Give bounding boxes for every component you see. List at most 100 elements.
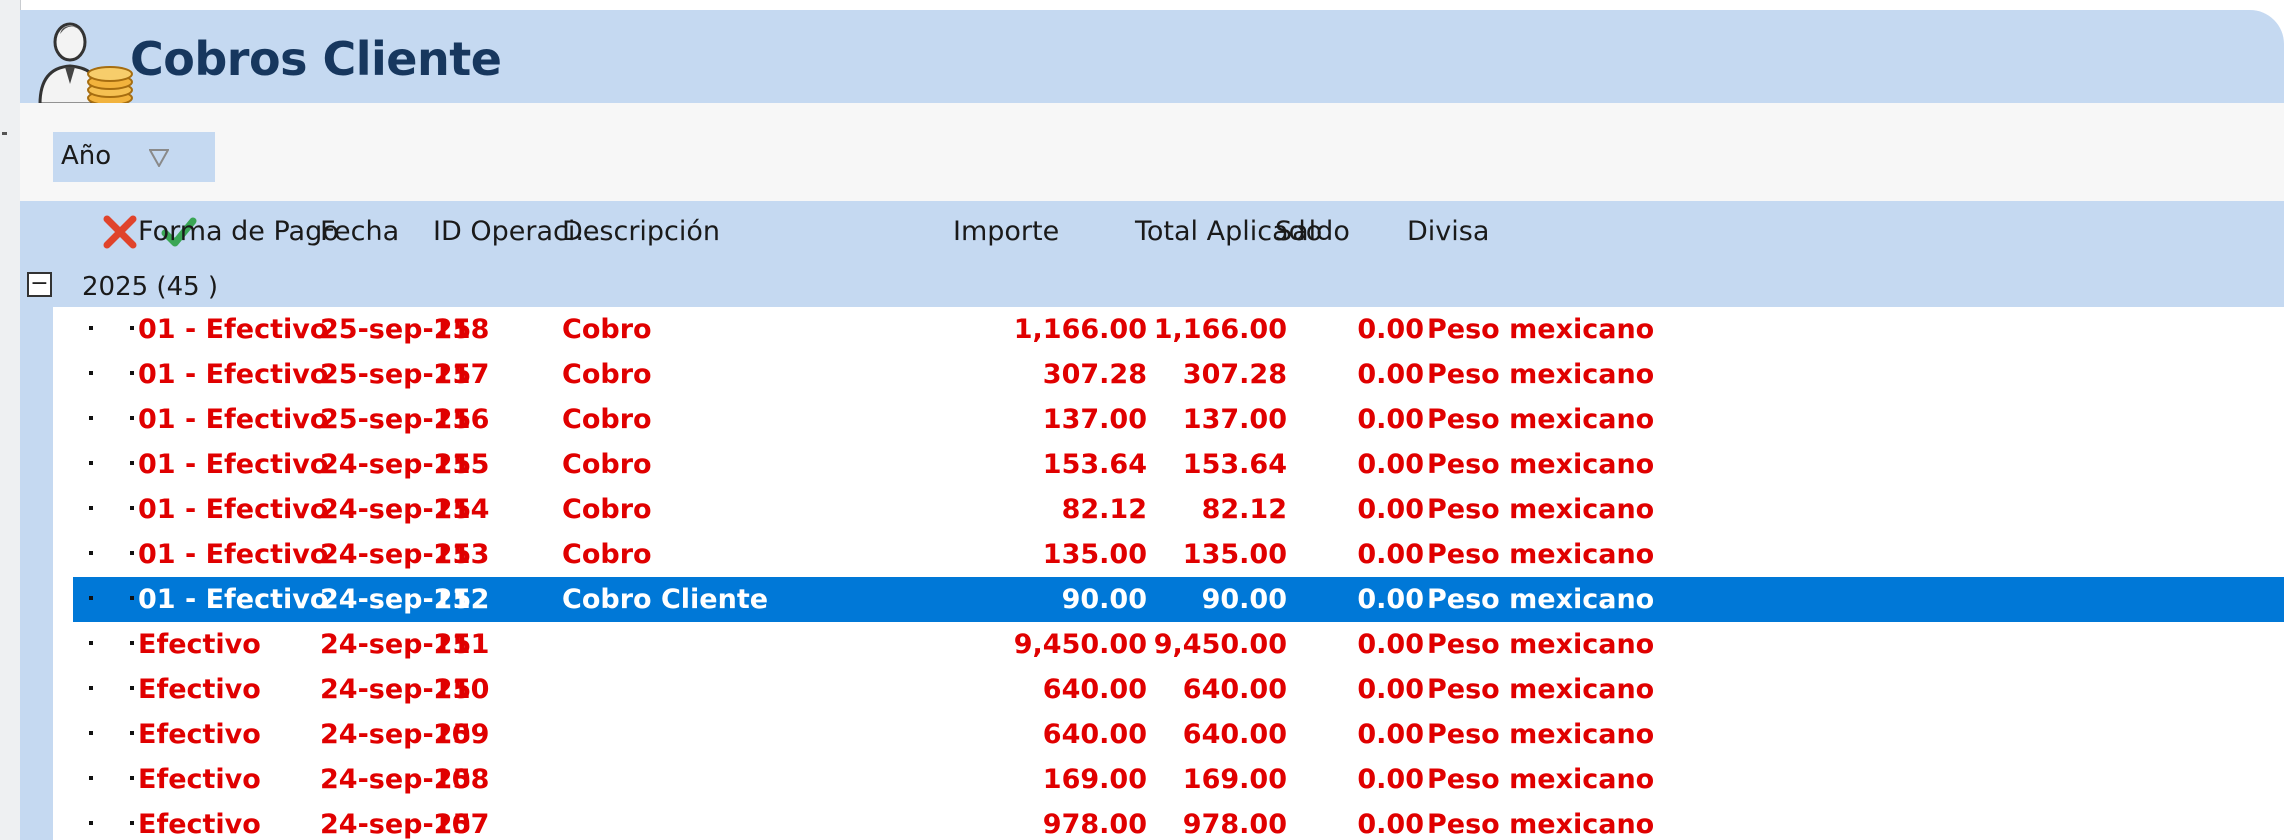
- cell-saldo: 0.00: [1357, 404, 1424, 435]
- table-row-selected[interactable]: 01 - Efectivo 24-sep-25 112 Cobro Cliente 90…: [73, 577, 2284, 622]
- table-row[interactable]: Efectivo 24-sep-25 108 169.00 169.00 0.00 Peso…: [73, 757, 2284, 802]
- cell-forma-pago: 01 - Efectivo: [138, 539, 329, 570]
- cell-importe: 1,166.00: [1013, 314, 1147, 345]
- cell-total-aplicado: 1,166.00: [1153, 314, 1287, 345]
- group-row-2025: − 2025 (45 ): [20, 265, 2284, 307]
- group-label: 2025 (45 ): [82, 272, 219, 302]
- table-row[interactable]: Efectivo 24-sep-25 110 640.00 640.00 0.00 Peso…: [73, 667, 2284, 712]
- cell-saldo: 0.00: [1357, 494, 1424, 525]
- cell-divisa: Peso mexicano: [1427, 809, 1655, 840]
- row-marker-dot: [130, 461, 134, 465]
- cell-divisa: Peso mexicano: [1427, 359, 1655, 390]
- column-header-row: Forma de Pago Fecha ID Operaci... Descri…: [53, 201, 2284, 265]
- table-row[interactable]: 01 - Efectivo 24-sep-25 114 Cobro 82.12 82.12…: [73, 487, 2284, 532]
- row-marker-dot: [89, 326, 93, 330]
- cell-id-operacion: 109: [433, 719, 490, 750]
- cell-total-aplicado: 640.00: [1182, 719, 1287, 750]
- table-row[interactable]: Efectivo 24-sep-25 111 9,450.00 9,450.00 0.00…: [73, 622, 2284, 667]
- delete-icon[interactable]: [103, 215, 137, 249]
- cell-divisa: Peso mexicano: [1427, 629, 1655, 660]
- year-filter-button[interactable]: Año: [53, 132, 215, 182]
- table-row[interactable]: 01 - Efectivo 25-sep-25 116 Cobro 137.00 137.…: [73, 397, 2284, 442]
- cell-importe: 90.00: [1061, 584, 1147, 615]
- row-marker-dot: [130, 551, 134, 555]
- cell-total-aplicado: 640.00: [1182, 674, 1287, 705]
- column-saldo[interactable]: Saldo: [1275, 216, 1350, 247]
- cell-total-aplicado: 90.00: [1201, 584, 1287, 615]
- cell-total-aplicado: 153.64: [1182, 449, 1287, 480]
- row-marker-dot: [89, 776, 93, 780]
- cell-divisa: Peso mexicano: [1427, 539, 1655, 570]
- table-row[interactable]: Efectivo 24-sep-25 109 640.00 640.00 0.00 Peso…: [73, 712, 2284, 757]
- cell-saldo: 0.00: [1357, 629, 1424, 660]
- cell-forma-pago: 01 - Efectivo: [138, 449, 329, 480]
- cell-id-operacion: 110: [433, 674, 490, 705]
- payments-table-body: 01 - Efectivo 25-sep-25 118 Cobro 1,166.00 1,…: [73, 307, 2284, 840]
- cell-id-operacion: 107: [433, 809, 490, 840]
- cell-total-aplicado: 307.28: [1182, 359, 1287, 390]
- column-descripcion[interactable]: Descripción: [562, 216, 720, 247]
- cell-id-operacion: 115: [433, 449, 490, 480]
- cell-importe: 640.00: [1042, 674, 1147, 705]
- column-fecha[interactable]: Fecha: [320, 216, 399, 247]
- cell-descripcion: Cobro: [562, 404, 652, 435]
- table-row[interactable]: 01 - Efectivo 24-sep-25 115 Cobro 153.64 153.…: [73, 442, 2284, 487]
- table-row[interactable]: Efectivo 24-sep-25 107 978.00 978.00 0.00 Peso…: [73, 802, 2284, 840]
- cell-forma-pago: 01 - Efectivo: [138, 584, 329, 615]
- cell-saldo: 0.00: [1357, 359, 1424, 390]
- row-marker-dot: [130, 326, 134, 330]
- cell-divisa: Peso mexicano: [1427, 404, 1655, 435]
- cell-id-operacion: 108: [433, 764, 490, 795]
- cell-descripcion: Cobro: [562, 494, 652, 525]
- cell-forma-pago: Efectivo: [138, 629, 261, 660]
- row-marker-dot: [89, 731, 93, 735]
- filter-bar: Año: [20, 103, 2284, 201]
- cell-forma-pago: Efectivo: [138, 764, 261, 795]
- row-marker-dot: [89, 641, 93, 645]
- cell-forma-pago: 01 - Efectivo: [138, 404, 329, 435]
- row-marker-dot: [130, 596, 134, 600]
- cell-id-operacion: 113: [433, 539, 490, 570]
- cell-id-operacion: 116: [433, 404, 490, 435]
- cell-id-operacion: 111: [433, 629, 490, 660]
- cell-forma-pago: 01 - Efectivo: [138, 359, 329, 390]
- cell-saldo: 0.00: [1357, 764, 1424, 795]
- table-row[interactable]: 01 - Efectivo 25-sep-25 118 Cobro 1,166.00 1,…: [73, 307, 2284, 352]
- cell-saldo: 0.00: [1357, 449, 1424, 480]
- row-marker-dot: [130, 416, 134, 420]
- table-row[interactable]: 01 - Efectivo 25-sep-25 117 Cobro 307.28 307.…: [73, 352, 2284, 397]
- cell-importe: 978.00: [1042, 809, 1147, 840]
- cell-total-aplicado: 135.00: [1182, 539, 1287, 570]
- cell-total-aplicado: 82.12: [1201, 494, 1287, 525]
- cell-forma-pago: Efectivo: [138, 719, 261, 750]
- cell-divisa: Peso mexicano: [1427, 719, 1655, 750]
- panel-tick: [2, 132, 7, 135]
- row-marker-dot: [130, 371, 134, 375]
- row-marker-dot: [130, 641, 134, 645]
- row-marker-dot: [89, 371, 93, 375]
- cell-importe: 640.00: [1042, 719, 1147, 750]
- collapse-group-button[interactable]: −: [27, 272, 52, 297]
- cell-importe: 82.12: [1061, 494, 1147, 525]
- column-forma-pago[interactable]: Forma de Pago: [138, 216, 339, 247]
- cell-total-aplicado: 137.00: [1182, 404, 1287, 435]
- row-marker-dot: [89, 416, 93, 420]
- column-divisa[interactable]: Divisa: [1407, 216, 1489, 247]
- cell-importe: 307.28: [1042, 359, 1147, 390]
- cell-id-operacion: 118: [433, 314, 490, 345]
- cell-saldo: 0.00: [1357, 719, 1424, 750]
- cell-divisa: Peso mexicano: [1427, 674, 1655, 705]
- cell-forma-pago: 01 - Efectivo: [138, 314, 329, 345]
- cell-descripcion: Cobro: [562, 314, 652, 345]
- row-marker-dot: [130, 731, 134, 735]
- row-marker-dot: [89, 686, 93, 690]
- cobros-cliente-panel: Cobros Cliente Año Forma de Pago Fecha I…: [20, 10, 2284, 840]
- outer-left-panel: [0, 0, 21, 840]
- cell-saldo: 0.00: [1357, 584, 1424, 615]
- table-row[interactable]: 01 - Efectivo 24-sep-25 113 Cobro 135.00 135.…: [73, 532, 2284, 577]
- row-marker-dot: [89, 821, 93, 825]
- cell-importe: 169.00: [1042, 764, 1147, 795]
- column-importe[interactable]: Importe: [953, 216, 1059, 247]
- cell-id-operacion: 112: [433, 584, 490, 615]
- cell-importe: 137.00: [1042, 404, 1147, 435]
